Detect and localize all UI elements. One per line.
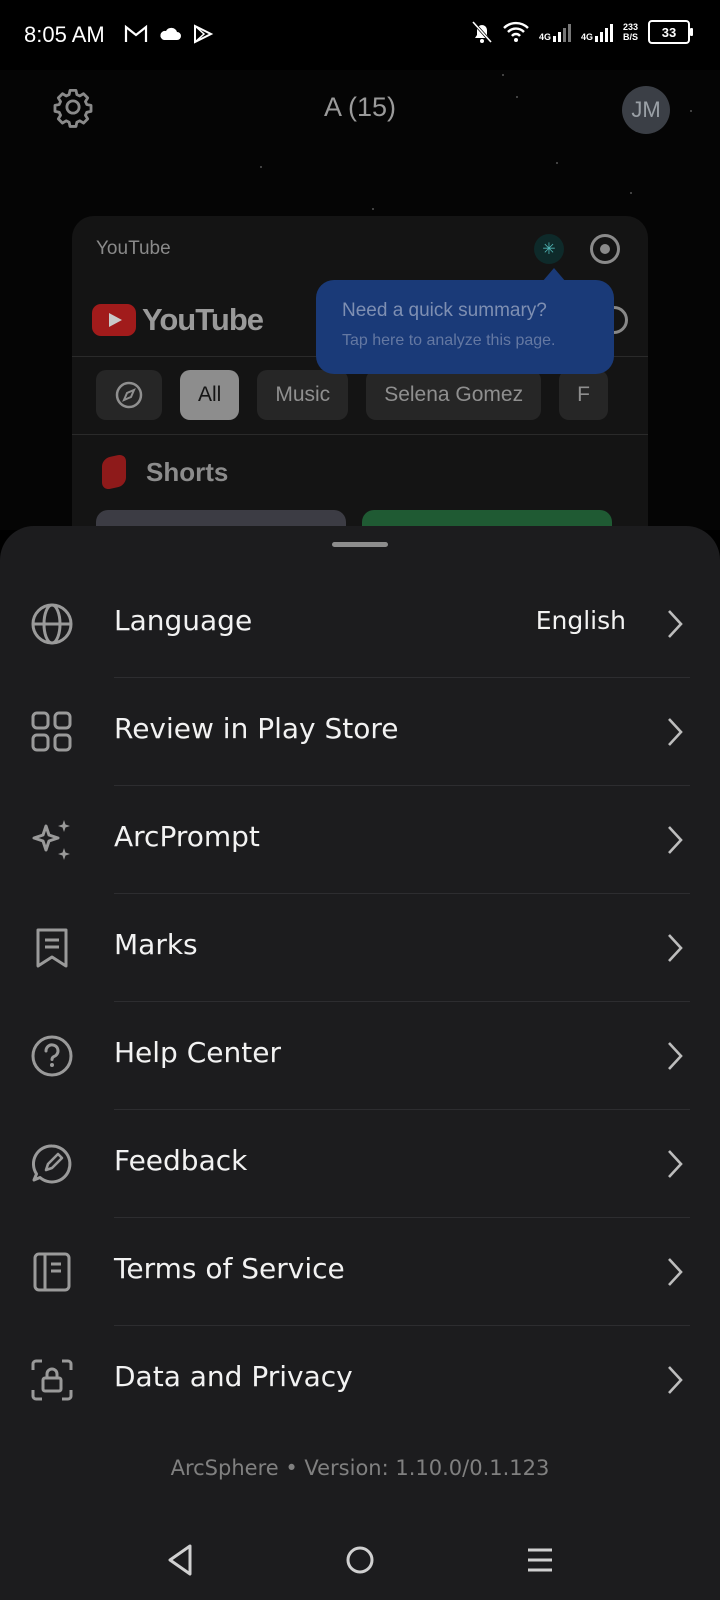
signal-bars-icon [594, 24, 613, 42]
menu-item-label: Language [114, 604, 253, 637]
chip-all: All [180, 370, 240, 420]
chip-selena-gomez: Selena Gomez [366, 370, 542, 420]
bell-off-icon [471, 20, 493, 44]
gmail-icon [124, 24, 148, 42]
back-icon[interactable] [160, 1540, 200, 1580]
system-icons: 4G 4G 233 B/S 33 [471, 20, 693, 44]
drag-handle[interactable] [332, 542, 388, 547]
status-bar: 8:05 AM 4G 4G 233 B/S 33 [0, 0, 720, 70]
system-nav-bar [0, 1510, 720, 1600]
settings-menu: Language English Review in Play Store Ar… [0, 570, 720, 1434]
battery-indicator: 33 [648, 20, 693, 44]
youtube-play-icon [92, 304, 136, 336]
menu-item-label: Help Center [114, 1036, 281, 1069]
notification-icons [124, 24, 214, 44]
version-text: ArcSphere • Version: 1.10.0/0.1.123 [170, 1456, 550, 1480]
youtube-logo-text: YouTube [142, 302, 264, 337]
chip-partial: F [559, 370, 608, 420]
recents-menu-icon[interactable] [520, 1540, 560, 1580]
chevron-right-icon [668, 1042, 683, 1070]
lock-icon [31, 1359, 73, 1401]
network-speed: 233 B/S [622, 22, 638, 42]
sparkles-icon [32, 820, 70, 860]
grid-icon [31, 711, 72, 752]
wifi-icon [503, 21, 529, 42]
menu-item-arcprompt[interactable]: ArcPrompt [0, 786, 720, 894]
menu-item-data-privacy[interactable]: Data and Privacy [0, 1326, 720, 1434]
home-icon[interactable] [340, 1540, 380, 1580]
chevron-right-icon [668, 1366, 683, 1394]
menu-item-terms-of-service[interactable]: Terms of Service [0, 1218, 720, 1326]
menu-item-label: Review in Play Store [114, 712, 399, 745]
play-store-icon [194, 24, 214, 44]
youtube-logo: YouTube [92, 302, 264, 338]
tab-title: YouTube [96, 238, 171, 259]
summary-tooltip[interactable]: Need a quick summary? Tap here to analyz… [316, 268, 614, 374]
tab-preview-card[interactable]: YouTube ✳ YouTube All Music Selena Gomez… [72, 216, 648, 546]
signal-1: 4G [539, 22, 571, 42]
shorts-header: Shorts [102, 453, 229, 491]
feedback-icon [31, 1144, 72, 1184]
tooltip-subtitle: Tap here to analyze this page. [342, 332, 556, 349]
chevron-right-icon [668, 1150, 683, 1178]
settings-bottom-sheet: Language English Review in Play Store Ar… [0, 526, 720, 1600]
language-value: English [535, 606, 626, 635]
close-tab-icon[interactable] [590, 234, 620, 264]
menu-item-help-center[interactable]: Help Center [0, 1002, 720, 1110]
divider [72, 434, 648, 435]
signal-2: 4G [581, 22, 613, 42]
chevron-right-icon [668, 934, 683, 962]
cloud-icon [160, 27, 181, 40]
menu-item-label: ArcPrompt [114, 820, 260, 853]
bookmark-icon [36, 928, 68, 968]
shorts-icon [102, 453, 126, 491]
chevron-right-icon [668, 718, 683, 746]
status-time: 8:05 AM [24, 22, 105, 47]
ai-summary-icon[interactable]: ✳ [534, 234, 564, 264]
menu-item-label: Terms of Service [114, 1252, 345, 1285]
menu-item-feedback[interactable]: Feedback [0, 1110, 720, 1218]
chip-music: Music [257, 370, 349, 420]
document-icon [33, 1252, 71, 1292]
menu-item-label: Marks [114, 928, 198, 961]
menu-item-language[interactable]: Language English [0, 570, 720, 678]
tab-count-title: A (15) [323, 92, 397, 122]
chevron-right-icon [668, 610, 683, 638]
chevron-right-icon [668, 1258, 683, 1286]
menu-item-label: Feedback [114, 1144, 248, 1177]
help-circle-icon [31, 1035, 73, 1077]
explore-chip [96, 370, 162, 420]
avatar[interactable]: JM [622, 86, 670, 134]
menu-item-review-play-store[interactable]: Review in Play Store [0, 678, 720, 786]
filter-chips: All Music Selena Gomez F [96, 370, 608, 420]
compass-icon [115, 381, 143, 409]
menu-item-marks[interactable]: Marks [0, 894, 720, 1002]
shorts-label: Shorts [146, 456, 229, 487]
menu-item-label: Data and Privacy [114, 1360, 353, 1393]
globe-icon [31, 603, 73, 645]
tooltip-title: Need a quick summary? [342, 300, 547, 321]
signal-bars-icon [552, 24, 571, 42]
chevron-right-icon [668, 826, 683, 854]
